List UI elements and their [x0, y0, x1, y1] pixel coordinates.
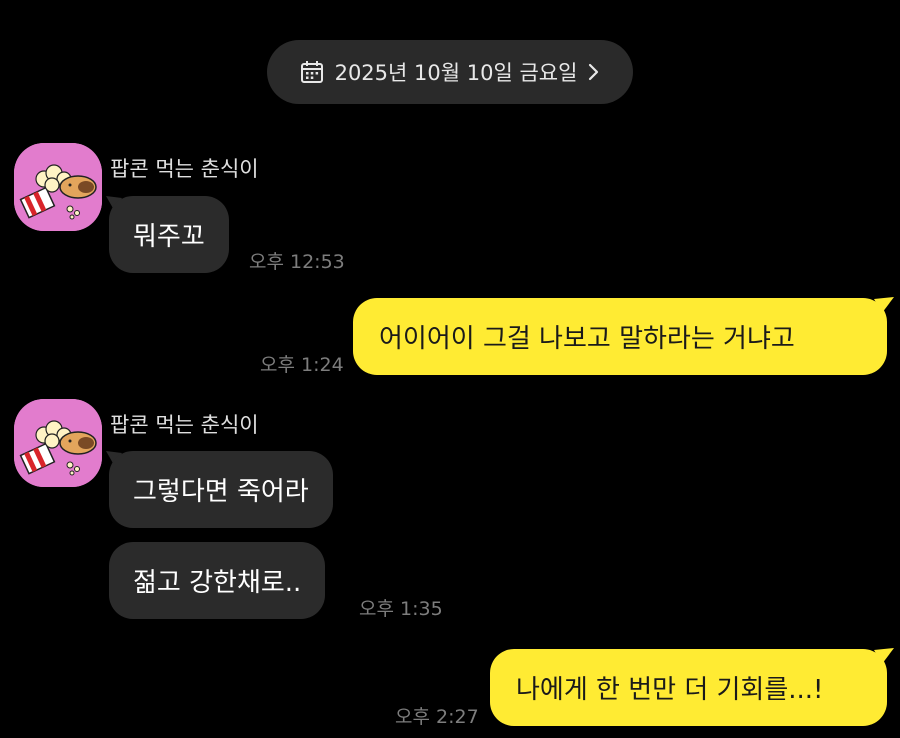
avatar[interactable] [14, 143, 102, 231]
message-time: 오후 1:24 [260, 354, 344, 376]
incoming-message-bubble[interactable]: 젊고 강한채로.. [109, 542, 326, 619]
chevron-right-icon [587, 62, 601, 82]
chat-screen: 2025년 10월 10일 금요일 팝콘 먹는 춘식이 뭐주꼬 오후 12:53… [0, 0, 900, 738]
date-label: 2025년 10월 10일 금요일 [334, 61, 578, 85]
bubble-tail [874, 297, 894, 313]
message-time: 오후 1:35 [359, 598, 443, 620]
message-time: 오후 12:53 [249, 251, 345, 273]
message-time: 오후 2:27 [395, 706, 479, 728]
outgoing-message-bubble[interactable]: 나에게 한 번만 더 기회를...! [490, 649, 887, 726]
bubble-tail [874, 648, 894, 664]
sender-name: 팝콘 먹는 춘식이 [110, 157, 259, 181]
date-header-button[interactable]: 2025년 10월 10일 금요일 [267, 40, 633, 104]
calendar-icon [299, 59, 325, 85]
incoming-message-bubble[interactable]: 뭐주꼬 [109, 196, 229, 273]
sender-name: 팝콘 먹는 춘식이 [110, 413, 259, 437]
incoming-message-bubble[interactable]: 그렇다면 죽어라 [109, 451, 333, 528]
outgoing-message-bubble[interactable]: 어이어이 그걸 나보고 말하라는 거냐고 [353, 298, 887, 375]
avatar[interactable] [14, 399, 102, 487]
